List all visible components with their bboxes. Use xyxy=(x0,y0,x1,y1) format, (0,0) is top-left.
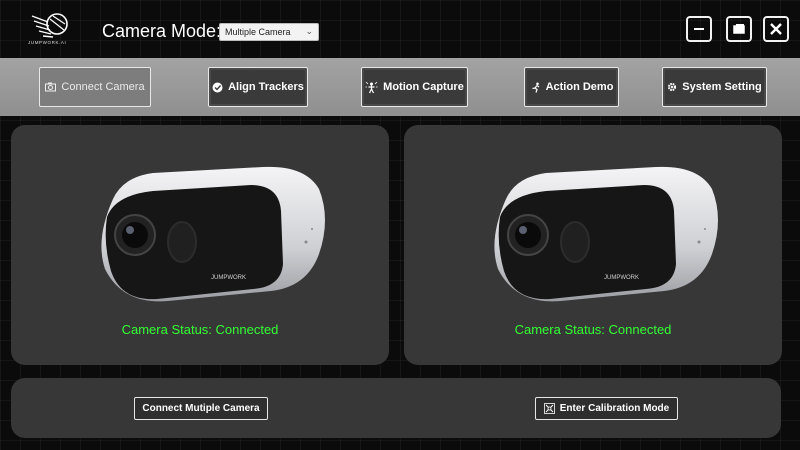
motion-capture-icon xyxy=(365,81,378,93)
action-demo-label: Action Demo xyxy=(545,81,614,93)
close-button[interactable] xyxy=(763,16,789,42)
connect-multiple-camera-button[interactable]: Connect Mutiple Camera xyxy=(134,397,268,420)
title-bar: JUMPWORK.AI Camera Mode: Multiple Camera… xyxy=(0,0,800,58)
connect-camera-label: Connect Camera xyxy=(61,81,145,93)
align-trackers-button[interactable]: Align Trackers xyxy=(208,67,308,107)
align-check-icon xyxy=(212,82,223,92)
minimize-icon xyxy=(694,28,704,30)
enter-calibration-mode-label: Enter Calibration Mode xyxy=(559,403,670,414)
restore-window-icon xyxy=(733,24,745,34)
calibration-icon xyxy=(543,403,555,414)
camera-brand-label: JUMPWORK xyxy=(604,275,639,281)
camera-panel-2: JUMPWORK Camera Status: Connected xyxy=(404,125,782,365)
logo-text: JUMPWORK.AI xyxy=(28,40,67,45)
chevron-down-icon: ⌄ xyxy=(305,26,313,36)
align-trackers-label: Align Trackers xyxy=(228,81,304,93)
close-icon xyxy=(770,23,782,35)
camera-status-text: Camera Status: Connected xyxy=(514,322,672,337)
camera-mode-label: Camera Mode: xyxy=(102,21,222,41)
bottom-action-bar: Connect Mutiple Camera Enter Calibration… xyxy=(11,378,781,438)
minimize-button[interactable] xyxy=(686,16,712,42)
connect-camera-button[interactable]: Connect Camera xyxy=(39,67,151,107)
camera-device-image: JUMPWORK xyxy=(494,166,718,302)
action-demo-button[interactable]: Action Demo xyxy=(524,67,619,107)
running-person-icon xyxy=(531,82,539,93)
gear-icon xyxy=(668,82,677,92)
camera-device-image: JUMPWORK xyxy=(101,166,325,302)
camera-icon xyxy=(45,82,57,92)
main-toolbar: Connect Camera Align Trackers Motion Cap… xyxy=(0,58,800,116)
motion-capture-button[interactable]: Motion Capture xyxy=(361,67,468,107)
motion-capture-label: Motion Capture xyxy=(383,81,464,93)
camera-mode-select[interactable]: Multiple Camera ⌄ xyxy=(219,23,319,41)
camera-status-text: Camera Status: Connected xyxy=(121,322,279,337)
camera-mode-value: Multiple Camera xyxy=(225,27,291,37)
enter-calibration-mode-button[interactable]: Enter Calibration Mode xyxy=(535,397,678,420)
maximize-button[interactable] xyxy=(726,16,752,42)
system-setting-label: System Setting xyxy=(682,81,762,93)
connect-multiple-camera-label: Connect Mutiple Camera xyxy=(142,403,260,414)
camera-panel-1: JUMPWORK Camera Status: Connected xyxy=(11,125,389,365)
system-setting-button[interactable]: System Setting xyxy=(662,67,767,107)
camera-brand-label: JUMPWORK xyxy=(211,275,246,281)
